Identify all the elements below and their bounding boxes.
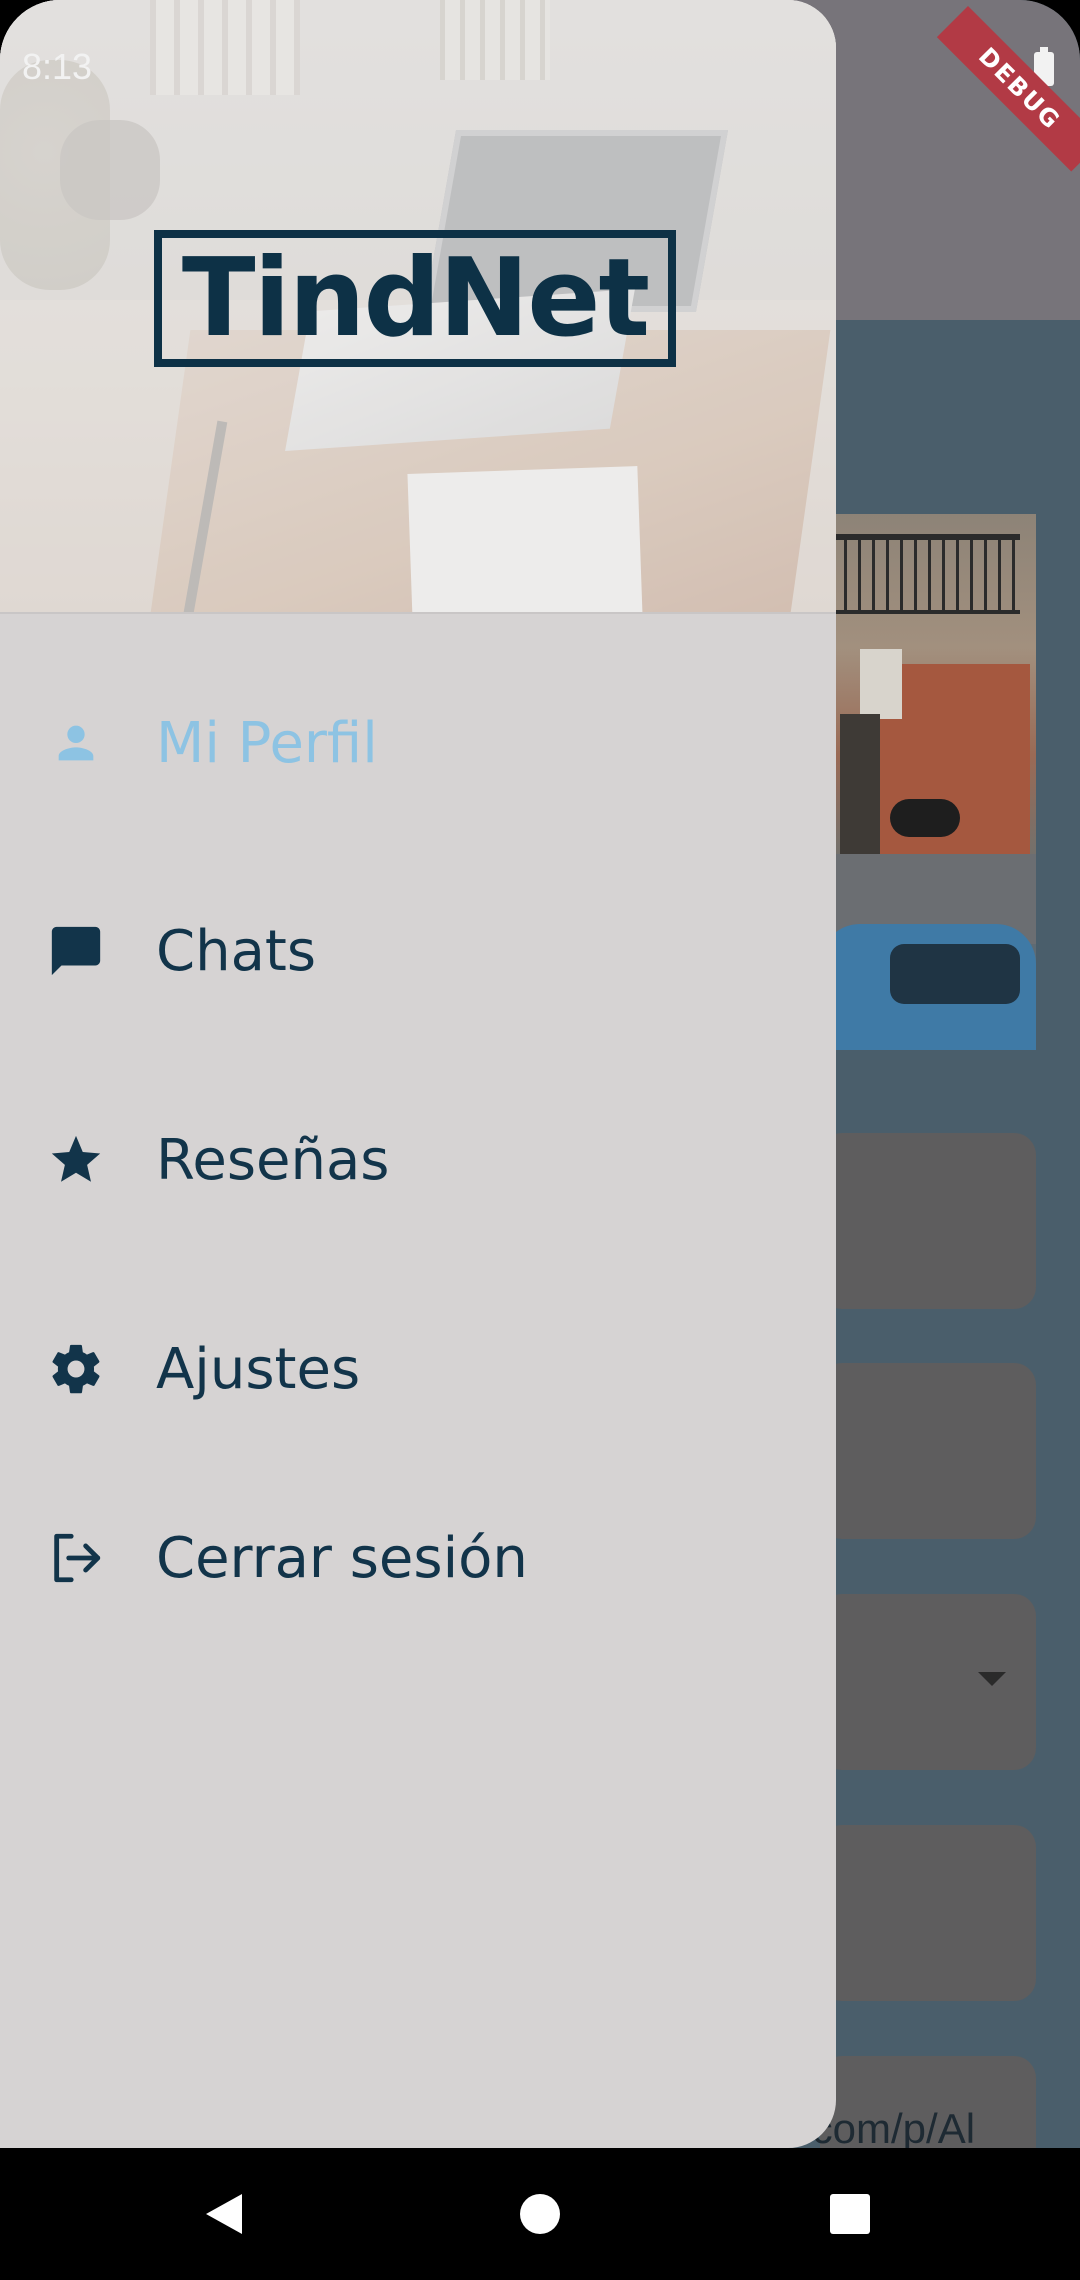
drawer-item-label: Cerrar sesión — [156, 1525, 528, 1591]
form-field — [820, 1363, 1036, 1539]
drawer-item-label: Mi Perfil — [156, 710, 378, 776]
recent-apps-button[interactable] — [814, 2178, 886, 2250]
screen: .com/p/Al DEBUG TindNet Mi Perfil Chats … — [0, 0, 1080, 2148]
drawer-item-label: Ajustes — [156, 1336, 361, 1402]
drawer-item-chats[interactable]: Chats — [0, 871, 836, 1031]
back-button[interactable] — [188, 2178, 260, 2250]
drawer-item-mi-perfil[interactable]: Mi Perfil — [0, 663, 836, 823]
profile-photo — [820, 514, 1036, 1050]
form-field — [820, 1825, 1036, 2001]
dropdown-arrow-icon — [978, 1672, 1006, 1686]
home-button[interactable] — [504, 2178, 576, 2250]
person-icon — [46, 713, 106, 773]
logout-icon — [46, 1528, 106, 1588]
back-icon — [206, 2194, 242, 2234]
recent-apps-icon — [830, 2194, 870, 2234]
drawer-item-label: Chats — [156, 918, 317, 984]
star-icon — [46, 1130, 106, 1190]
drawer-item-resenas[interactable]: Reseñas — [0, 1080, 836, 1240]
status-bar-time: 8:13 — [22, 46, 93, 87]
drawer-item-ajustes[interactable]: Ajustes — [0, 1289, 836, 1449]
drawer-item-cerrar-sesion[interactable]: Cerrar sesión — [0, 1478, 836, 1638]
navigation-drawer: TindNet Mi Perfil Chats Reseñas Ajustes … — [0, 0, 836, 2148]
dropdown-field — [820, 1594, 1036, 1770]
home-icon — [520, 2194, 560, 2234]
drawer-header: TindNet — [0, 0, 836, 614]
gear-icon — [46, 1339, 106, 1399]
system-navigation-bar — [0, 2148, 1080, 2280]
form-field — [820, 1133, 1036, 1309]
chat-icon — [46, 921, 106, 981]
logo-text: TindNet — [181, 235, 650, 361]
drawer-item-label: Reseñas — [156, 1127, 390, 1193]
app-logo: TindNet — [154, 230, 676, 367]
